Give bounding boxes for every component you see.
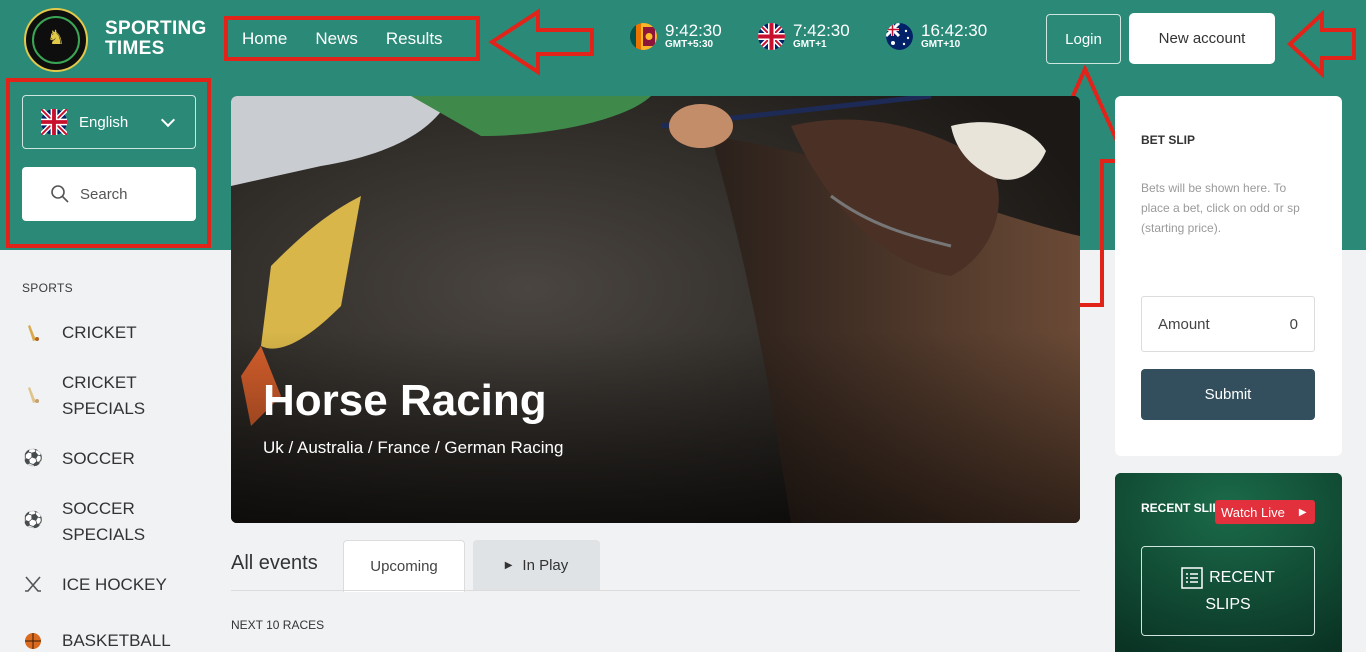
tab-in-play[interactable]: ▶ In Play xyxy=(473,540,600,590)
tabs-divider xyxy=(231,590,1080,591)
sri-lanka-flag-icon xyxy=(630,23,657,50)
hero-title: Horse Racing xyxy=(263,376,547,425)
brand-line-2: TIMES xyxy=(105,38,165,59)
hero-subtitle: Uk / Australia / France / German Racing xyxy=(263,438,564,457)
login-button[interactable]: Login xyxy=(1046,14,1121,64)
search-label: Search xyxy=(80,185,128,203)
clock-timezone: GMT+5:30 xyxy=(665,39,714,50)
clock-australia: 16:42:30 GMT+10 xyxy=(886,22,987,51)
sport-label: SOCCER xyxy=(62,449,135,468)
sport-label: CRICKET SPECIALS xyxy=(62,373,146,418)
soccer-ball-icon: ⚽ xyxy=(23,512,43,529)
amount-field[interactable]: Amount 0 xyxy=(1141,296,1315,352)
hockey-sticks-icon xyxy=(22,574,44,596)
watch-live-label: Watch Live xyxy=(1221,504,1285,520)
clock-timezone: GMT+10 xyxy=(921,39,961,50)
sports-heading: SPORTS xyxy=(22,281,73,295)
clock-text: 9:42:30 GMT+5:30 xyxy=(665,22,722,51)
chevron-down-icon xyxy=(160,112,176,127)
sport-label: CRICKET xyxy=(62,323,137,342)
sidebar-item-basketball[interactable]: BASKETBALL xyxy=(22,628,171,652)
soccer-ball-icon: ⚽ xyxy=(23,450,43,467)
clock-sri-lanka: 9:42:30 GMT+5:30 xyxy=(630,22,722,51)
sport-label: BASKETBALL xyxy=(62,631,171,650)
cricket-bat-icon xyxy=(22,384,44,406)
hero-banner[interactable]: Horse Racing Uk / Australia / France / G… xyxy=(231,96,1080,523)
cricket-bat-icon xyxy=(22,322,44,344)
recent-slips-button[interactable]: RECENT SLIPS xyxy=(1141,546,1315,636)
header: ♞ SPORTING TIMES Home News Results 9:42:… xyxy=(0,0,1366,80)
horse-logo-icon: ♞ xyxy=(47,27,65,49)
sidebar-item-cricket-specials[interactable]: CRICKET SPECIALS xyxy=(22,370,145,422)
uk-flag-icon xyxy=(758,23,785,50)
clock-uk: 7:42:30 GMT+1 xyxy=(758,22,850,51)
brand-line-1: SPORTING xyxy=(105,18,207,39)
nav-news[interactable]: News xyxy=(301,29,372,49)
basketball-icon xyxy=(22,630,44,652)
sport-label: SOCCER SPECIALS xyxy=(62,499,146,544)
play-icon: ▶ xyxy=(504,559,513,571)
clock-text: 16:42:30 GMT+10 xyxy=(921,22,987,51)
amount-value: 0 xyxy=(1289,315,1298,333)
brand-name[interactable]: SPORTING TIMES xyxy=(105,19,207,59)
list-icon xyxy=(1181,566,1203,589)
nav-results[interactable]: Results xyxy=(372,29,457,49)
sport-label: ICE HOCKEY xyxy=(62,575,167,594)
bet-slip-panel: BET SLIP Bets will be shown here. To pla… xyxy=(1115,96,1342,456)
uk-flag-icon xyxy=(41,109,67,135)
recent-slips-line2: SLIPS xyxy=(1205,596,1251,613)
sidebar-item-soccer-specials[interactable]: ⚽ SOCCER SPECIALS xyxy=(22,496,145,548)
tab-upcoming[interactable]: Upcoming xyxy=(343,540,465,592)
amount-label: Amount xyxy=(1158,315,1210,333)
recent-slips-row: RECENT xyxy=(1181,564,1275,591)
clock-timezone: GMT+1 xyxy=(793,39,827,50)
clock-time: 9:42:30 xyxy=(665,21,722,40)
annotation-arrow-left-icon xyxy=(488,8,594,76)
logo[interactable]: ♞ xyxy=(24,8,88,72)
events-title: All events xyxy=(231,552,318,574)
sidebar-item-soccer[interactable]: ⚽ SOCCER xyxy=(22,446,135,472)
language-selector[interactable]: English xyxy=(22,95,196,149)
clock-text: 7:42:30 GMT+1 xyxy=(793,22,850,51)
search-icon xyxy=(51,185,69,203)
sidebar-item-cricket[interactable]: CRICKET xyxy=(22,320,137,346)
language-label: English xyxy=(79,113,129,131)
next-races-heading: NEXT 10 RACES xyxy=(231,618,325,632)
bet-slip-note: Bets will be shown here. To place a bet,… xyxy=(1141,181,1300,235)
new-account-button[interactable]: New account xyxy=(1129,13,1275,64)
annotation-arrow-left-icon xyxy=(1287,10,1356,78)
tab-in-play-label: In Play xyxy=(522,556,569,574)
play-icon: ▶ xyxy=(1298,506,1307,518)
nav-home[interactable]: Home xyxy=(228,29,301,49)
clock-time: 16:42:30 xyxy=(921,21,988,40)
recent-slips-line1: RECENT xyxy=(1209,569,1275,586)
australia-flag-icon xyxy=(886,23,913,50)
horse-racing-photo xyxy=(231,96,1080,523)
sidebar-item-ice-hockey[interactable]: ICE HOCKEY xyxy=(22,572,167,598)
search-button[interactable]: Search xyxy=(22,167,196,221)
clock-time: 7:42:30 xyxy=(793,21,850,40)
bet-slip-heading: BET SLIP xyxy=(1141,133,1196,147)
main-nav: Home News Results xyxy=(224,16,480,61)
submit-button[interactable]: Submit xyxy=(1141,369,1315,420)
watch-live-button[interactable]: Watch Live ▶ xyxy=(1215,500,1315,524)
recent-slips-panel: RECENT SLIPS Watch Live ▶ RECENT SLIPS xyxy=(1115,473,1342,652)
